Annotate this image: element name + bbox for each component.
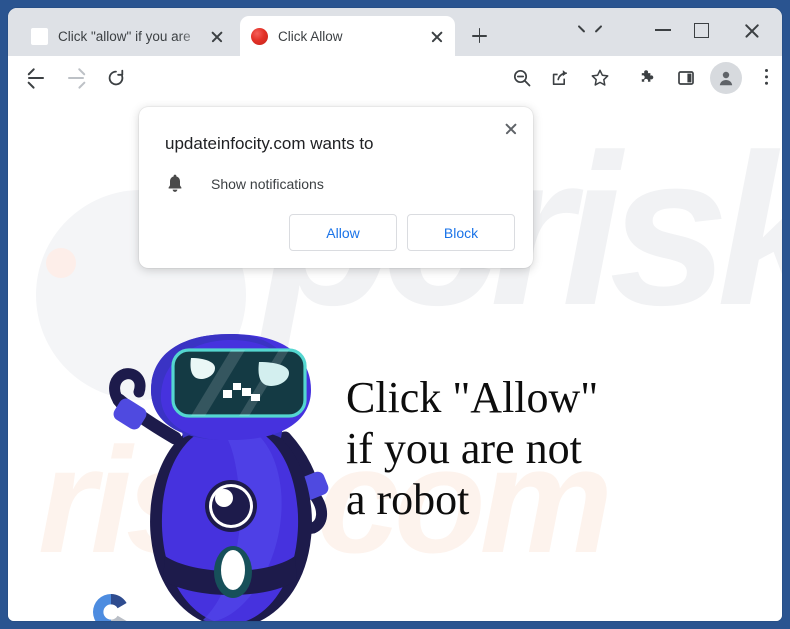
page-content: pcrisk risk.com (8, 100, 782, 621)
new-tab-button[interactable] (466, 23, 492, 49)
tab-title: Click "allow" if you are (58, 28, 191, 44)
decorative-circle-small (46, 248, 76, 278)
tab-active[interactable]: Click Allow (240, 16, 455, 56)
zoom-out-icon[interactable] (506, 62, 538, 94)
tab-strip: Click "allow" if you are Click Allow (8, 8, 782, 56)
share-icon[interactable] (544, 62, 576, 94)
extensions-puzzle-icon[interactable] (632, 62, 664, 94)
tab-title: Click Allow (278, 28, 343, 44)
tab-close-icon[interactable] (205, 24, 229, 48)
blank-page-icon (31, 27, 48, 45)
headline-line-3: a robot (346, 475, 470, 524)
close-icon[interactable] (498, 116, 524, 142)
red-circle-favicon (251, 27, 268, 45)
forward-arrow-icon[interactable] (60, 62, 92, 94)
tab-inactive[interactable]: Click "allow" if you are (20, 16, 235, 56)
robot-mascot-illustration (63, 328, 353, 621)
dialog-permission-label: Show notifications (211, 175, 324, 192)
maximize-button[interactable] (680, 14, 724, 44)
tab-search-chevron-icon[interactable] (566, 14, 610, 44)
tab-close-icon[interactable] (425, 24, 449, 48)
bell-icon (165, 173, 185, 194)
dialog-title: updateinfocity.com wants to (165, 134, 374, 153)
dialog-permission-row: Show notifications (165, 173, 324, 194)
browser-window: Click "allow" if you are Click Allow ris… (8, 8, 782, 621)
page-headline: Click "Allow" if you are not a robot (346, 372, 646, 525)
allow-button[interactable]: Allow (289, 214, 397, 251)
reload-icon[interactable] (100, 62, 132, 94)
block-button[interactable]: Block (407, 214, 515, 251)
dialog-actions: Allow Block (289, 214, 515, 251)
headline-line-1: Click "Allow" (346, 373, 599, 422)
notification-permission-dialog: updateinfocity.com wants to Show notific… (139, 107, 533, 268)
back-arrow-icon[interactable] (20, 62, 52, 94)
captcha-c-icon (89, 590, 133, 621)
bookmark-star-icon[interactable] (584, 62, 616, 94)
e-captcha-logo: E-CAPTCHA (82, 590, 140, 621)
profile-avatar-icon[interactable] (710, 62, 742, 94)
browser-toolbar: updateinfocity.com/3mNSSKXiXf7SvCy... (8, 56, 782, 146)
three-dot-menu-icon[interactable] (750, 62, 782, 94)
close-window-button[interactable] (730, 14, 774, 44)
side-panel-icon[interactable] (670, 62, 702, 94)
headline-line-2: if you are not (346, 424, 582, 473)
